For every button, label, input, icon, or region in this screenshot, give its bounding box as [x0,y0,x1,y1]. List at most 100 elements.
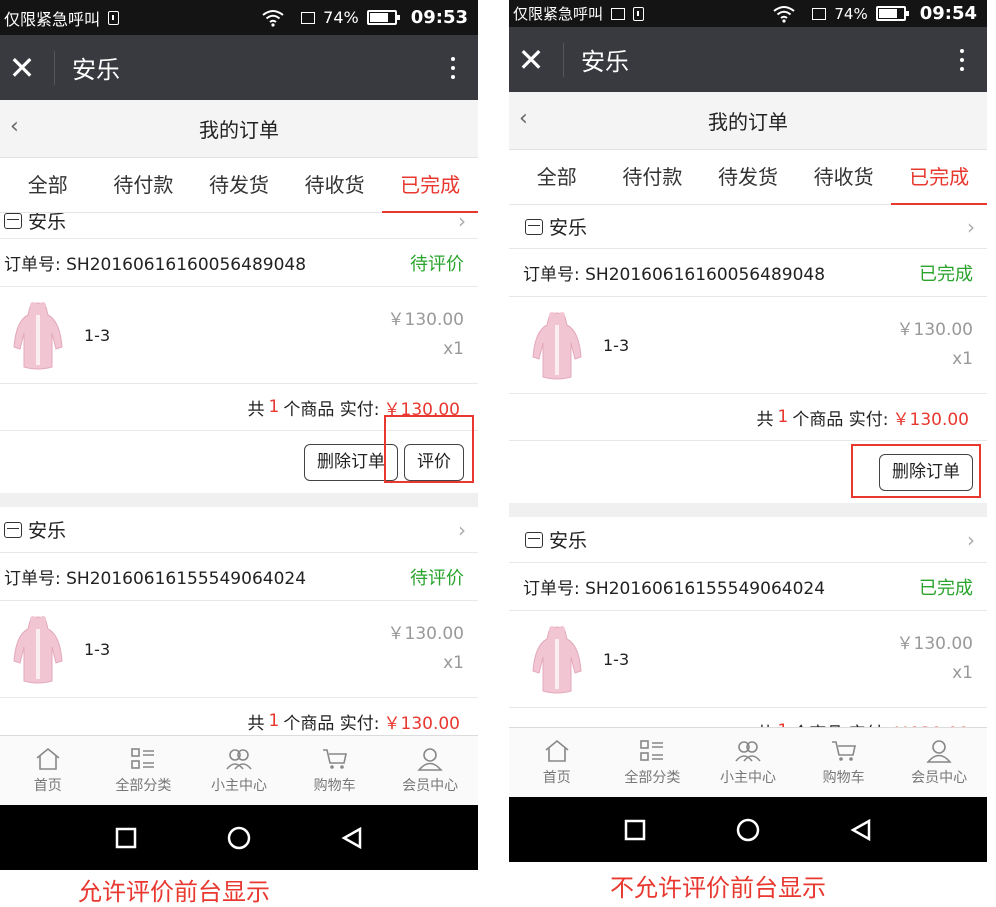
sim-card-icon [301,11,316,24]
tabbar-home[interactable]: 首页 [509,728,605,797]
home-circle-icon [227,826,251,849]
battery-percent: 74% [323,8,359,27]
summary-label: 个商品 实付: [283,399,380,420]
shop-row[interactable]: 安乐 › [0,507,478,553]
chevron-left-icon[interactable]: ‹ [519,106,528,131]
more-vertical-icon[interactable] [428,56,478,79]
tabbar-categories[interactable]: 全部分类 [96,736,192,805]
tab-pending-payment[interactable]: 待付款 [605,150,701,204]
tabbar-categories[interactable]: 全部分类 [605,728,701,797]
carrier-text: 仅限紧急呼叫 [4,9,101,29]
tabbar-cart[interactable]: 购物车 [796,728,892,797]
user-icon [926,739,952,763]
product-spec: 1-3 [603,335,630,355]
tab-pending-receipt[interactable]: 待收货 [287,158,383,212]
sim-icon [633,6,645,21]
order-tabs: 全部 待付款 待发货 待收货 已完成 [0,158,478,213]
sim-card-icon [812,7,827,20]
summary-prefix: 共 [247,713,265,734]
order-actions: 删除订单 [509,441,987,503]
shop-row[interactable]: 安乐 › [509,205,987,249]
tab-all[interactable]: 全部 [509,150,605,204]
tab-all[interactable]: 全部 [0,158,96,212]
product-quantity: x1 [952,349,973,369]
tabbar-home[interactable]: 首页 [0,736,96,805]
back-triangle-icon [850,818,871,841]
shop-row[interactable]: 安乐 › [0,213,478,239]
order-card: 安乐 › 订单号: SH20160616155549064024 已完成 1-3… [509,517,987,727]
tabbar-member-hub[interactable]: 小主中心 [191,736,287,805]
product-spec: 1-3 [84,639,111,659]
status-bar: 仅限紧急呼叫 74% 09:54 [509,0,987,27]
bottom-tabbar: 首页 全部分类 小主中心 购物车 会员中心 [0,735,478,805]
close-icon[interactable]: ✕ [0,35,44,100]
order-tabs: 全部 待付款 待发货 待收货 已完成 [509,150,987,205]
android-nav-bar [0,805,478,870]
tabbar-account[interactable]: 会员中心 [382,736,478,805]
order-item[interactable]: 1-3 ￥130.00 x1 [0,601,478,698]
price-column: ￥130.00 x1 [388,306,464,364]
price-column: ￥130.00 x1 [897,630,973,688]
store-icon [525,531,543,548]
order-card: 安乐 › 订单号: SH20160616155549064024 待评价 1-3… [0,507,478,735]
order-summary: 共 1 个商品 实付: ￥130.00 [509,708,987,727]
order-item[interactable]: 1-3 ￥130.00 x1 [509,297,987,394]
titlebar-divider [563,42,564,77]
phone-screenshot-right: 仅限紧急呼叫 74% 09:54 ✕ 安乐 ‹ 我的订单 全部 待付款 待发货 … [509,0,987,862]
order-summary: 共 1 个商品 实付: ￥130.00 [0,698,478,735]
tabbar-label: 小主中心 [719,769,776,786]
back-triangle-icon [341,826,362,849]
page-title: 我的订单 [199,118,279,142]
tab-pending-shipment[interactable]: 待发货 [700,150,796,204]
order-number-row: 订单号: SH20160616155549064024 待评价 [0,553,478,601]
home-icon [36,747,60,770]
summary-label: 个商品 实付: [792,409,889,430]
order-number: 订单号: SH20160616160056489048 [4,255,307,275]
tab-completed[interactable]: 已完成 [891,150,987,205]
product-spec: 1-3 [84,325,111,345]
tab-pending-payment[interactable]: 待付款 [96,158,192,212]
summary-label: 个商品 实付: [792,719,888,728]
tab-pending-shipment[interactable]: 待发货 [191,158,287,212]
order-item[interactable]: 1-3 ￥130.00 x1 [0,287,478,384]
order-card: 安乐 › 订单号: SH20160616160056489048 已完成 1-3… [509,205,987,503]
tab-pending-receipt[interactable]: 待收货 [796,150,892,204]
caption-left: 允许评价前台显示 [78,878,270,906]
product-thumbnail [12,613,64,685]
tabbar-label: 购物车 [822,769,865,786]
tabbar-label: 小主中心 [210,777,267,794]
battery-percent: 74% [834,4,868,23]
app-titlebar: ✕ 安乐 [509,27,987,92]
summary-prefix: 共 [247,399,265,420]
shop-row[interactable]: 安乐 › [509,517,987,563]
order-status: 待评价 [410,567,464,589]
tabbar-label: 购物车 [313,777,356,794]
chevron-left-icon[interactable]: ‹ [10,114,19,139]
store-icon [525,218,543,235]
tabbar-account[interactable]: 会员中心 [891,728,987,797]
summary-prefix: 共 [756,409,774,430]
order-status: 已完成 [919,263,973,285]
store-icon [4,521,22,538]
page-header: ‹ 我的订单 [509,92,987,150]
order-item[interactable]: 1-3 ￥130.00 x1 [509,611,987,708]
battery-icon [875,6,909,21]
tabbar-cart[interactable]: 购物车 [287,736,383,805]
category-icon [131,747,155,769]
tabbar-label: 全部分类 [624,769,681,786]
cart-icon [322,748,347,769]
tabbar-label: 会员中心 [402,777,459,794]
close-icon[interactable]: ✕ [509,27,553,92]
shop-name: 安乐 [549,530,588,552]
more-vertical-icon[interactable] [937,48,987,71]
bottom-tabbar: 首页 全部分类 小主中心 购物车 会员中心 [509,727,987,797]
user-icon [417,747,443,771]
page-header: ‹ 我的订单 [0,100,478,158]
product-quantity: x1 [443,339,464,359]
battery-icon [366,10,400,25]
price-column: ￥130.00 x1 [388,620,464,678]
product-quantity: x1 [952,663,973,683]
tab-completed[interactable]: 已完成 [382,158,478,213]
order-number-row: 订单号: SH20160616160056489048 待评价 [0,239,478,287]
tabbar-member-hub[interactable]: 小主中心 [700,728,796,797]
